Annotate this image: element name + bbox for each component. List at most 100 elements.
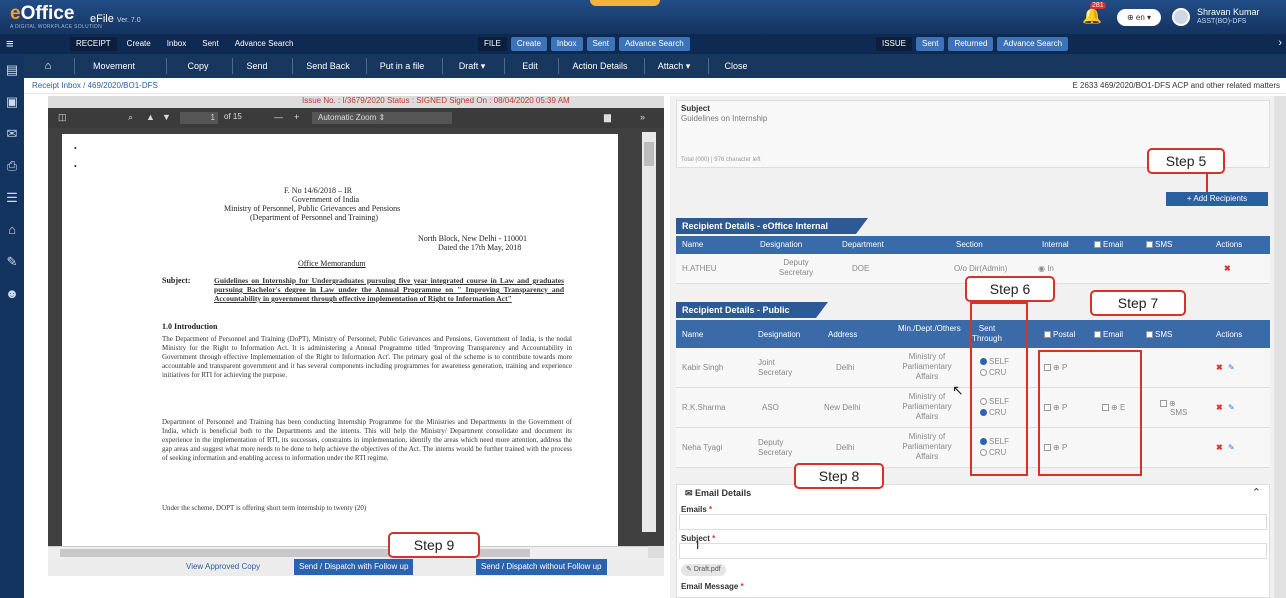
emails-input[interactable] — [679, 514, 1267, 530]
doc-subject-label: Subject: — [162, 276, 191, 285]
close-button[interactable]: Close — [718, 58, 754, 74]
header-decoration — [590, 0, 660, 6]
delete-icon[interactable]: ✖ — [1224, 264, 1231, 274]
subject-char-counter: Total (000) | 976 character left — [681, 157, 761, 163]
receipt-icon[interactable]: ▤ — [4, 62, 20, 78]
th-section: Section — [956, 240, 983, 249]
app-version: Ver. 7.0 — [116, 17, 141, 24]
doc-para-3: Under the scheme, DOPT is offering short… — [162, 504, 367, 512]
document-horizontal-scrollbar[interactable] — [48, 546, 648, 558]
menu-file-sent[interactable]: Sent — [586, 37, 615, 51]
edit-icon[interactable]: ✎ — [1228, 443, 1235, 453]
copy-button[interactable]: Copy — [180, 58, 216, 74]
step-5-callout: Step 5 — [1147, 148, 1225, 174]
dispatch-icon[interactable]: ⎙ — [4, 158, 20, 174]
bell-icon: 🔔 — [1082, 8, 1102, 25]
next-page-icon[interactable]: ▼ — [162, 112, 171, 122]
menu-file[interactable]: FILE — [478, 37, 507, 51]
zoom-in-icon[interactable]: + — [294, 112, 299, 122]
subject-value[interactable]: Guidelines on Internship — [681, 114, 767, 123]
menu-receipt-search[interactable]: Advance Search — [229, 37, 300, 51]
recipient-ministry: Ministry of Parliamentary Affairs — [902, 352, 952, 381]
archive-icon[interactable]: ☰ — [4, 190, 20, 206]
breadcrumb-bar: Receipt Inbox / 469/2020/BO1-DFS E 2633 … — [24, 78, 1286, 94]
notifications-button[interactable]: 🔔 281 — [1082, 2, 1106, 28]
chevron-up-icon[interactable]: ⌃ — [1252, 486, 1261, 499]
view-approved-copy-link[interactable]: View Approved Copy — [186, 562, 260, 571]
search-icon[interactable]: ⌕ — [128, 112, 133, 123]
doc-file-no: F. No 14/6/2018 – IR — [284, 186, 353, 195]
movement-button[interactable]: Movement — [84, 58, 144, 74]
add-recipients-button[interactable]: + Add Recipients — [1166, 192, 1268, 206]
email-message-label: Email Message * — [681, 582, 744, 591]
th-actions: Actions — [1216, 240, 1243, 249]
menu-file-inbox[interactable]: Inbox — [550, 37, 583, 51]
doc-dept: (Department of Personnel and Training) — [250, 213, 378, 222]
draft-button[interactable]: Draft ▾ — [450, 58, 494, 74]
send-with-followup-button[interactable]: Send / Dispatch with Follow up — [294, 559, 414, 575]
edit-icon[interactable]: ✎ — [1228, 403, 1235, 413]
action-details-button[interactable]: Action Details — [566, 58, 634, 74]
menu-receipt[interactable]: RECEIPT — [70, 37, 117, 51]
more-tools-icon[interactable]: » — [640, 112, 645, 122]
mail-icon[interactable]: ✉ — [4, 126, 20, 142]
prev-page-icon[interactable]: ▲ — [146, 112, 155, 122]
doc-date: Dated the 17th May, 2018 — [438, 243, 522, 252]
send-back-button[interactable]: Send Back — [300, 58, 356, 74]
users-icon[interactable]: ☻ — [4, 286, 20, 302]
recipient-designation: ASO — [762, 403, 779, 412]
th-min-dept: Min./Dept./Others — [898, 324, 961, 333]
doc-govt: Government of India — [292, 195, 360, 204]
delete-icon[interactable]: ✖ — [1216, 443, 1223, 453]
put-in-file-button[interactable]: Put in a file — [372, 58, 432, 74]
pdf-toolbar: ◫ ⌕ ▲ ▼ 1 of 15 — + Automatic Zoom ⇕ ▆ » — [48, 108, 664, 128]
language-select[interactable]: ⊕ en ▾ — [1117, 9, 1161, 26]
page-number-input[interactable]: 1 — [180, 112, 218, 124]
email-details-section: ✉ Email Details ⌃ Emails * Subject * ✎ D… — [676, 484, 1270, 598]
download-icon[interactable]: ▆ — [604, 112, 611, 123]
doc-ministry: Ministry of Personnel, Public Grievances… — [224, 204, 401, 213]
home-button-icon[interactable]: ⌂ — [40, 58, 56, 74]
sidebar-toggle-icon[interactable]: ◫ — [58, 112, 67, 123]
breadcrumb[interactable]: Receipt Inbox / 469/2020/BO1-DFS — [32, 81, 158, 90]
file-icon[interactable]: ▣ — [4, 94, 20, 110]
internal-toggle[interactable]: ◉ In — [1038, 264, 1054, 274]
user-avatar[interactable] — [1172, 8, 1190, 26]
user-name[interactable]: Shravan Kumar — [1197, 7, 1260, 17]
send-button[interactable]: Send — [242, 58, 272, 74]
menu-receipt-create[interactable]: Create — [121, 37, 157, 51]
menu-receipt-sent[interactable]: Sent — [196, 37, 224, 51]
step-9-callout: Step 9 — [388, 532, 480, 558]
hamburger-menu-icon[interactable]: ≡ — [6, 36, 14, 51]
menu-issue[interactable]: ISSUE — [876, 37, 913, 51]
delete-icon[interactable]: ✖ — [1216, 363, 1223, 373]
edit-icon[interactable]: ✎ — [1228, 363, 1235, 373]
zoom-out-icon[interactable]: — — [274, 112, 283, 122]
user-edit-icon[interactable]: ✎ — [4, 254, 20, 270]
delete-icon[interactable]: ✖ — [1216, 403, 1223, 413]
menu-issue-sent[interactable]: Sent — [916, 37, 945, 51]
sms-checkbox[interactable]: ⊕ SMS — [1160, 399, 1187, 417]
step-7-highlight — [1038, 350, 1142, 476]
menu-file-search[interactable]: Advance Search — [618, 37, 690, 51]
menu-file-create[interactable]: Create — [510, 37, 547, 51]
send-without-followup-button[interactable]: Send / Dispatch without Follow up — [476, 559, 607, 575]
menu-receipt-inbox[interactable]: Inbox — [161, 37, 193, 51]
eoffice-logo[interactable]: eeOfficeOffice — [10, 3, 74, 25]
menu-issue-returned[interactable]: Returned — [948, 37, 994, 51]
main-menu: ≡ RECEIPT Create Inbox Sent Advance Sear… — [0, 34, 1286, 54]
attach-button[interactable]: Attach ▾ — [650, 58, 698, 74]
home-icon[interactable]: ⌂ — [4, 222, 20, 238]
action-toolbar: ⌂ Movement Copy Send Send Back Put in a … — [24, 54, 1286, 78]
menu-issue-search[interactable]: Advance Search — [997, 37, 1069, 51]
edit-button[interactable]: Edit — [518, 58, 542, 74]
document-canvas: • • F. No 14/6/2018 – IR Government of I… — [48, 128, 664, 546]
zoom-select[interactable]: Automatic Zoom ⇕ — [312, 112, 452, 124]
document-vertical-scrollbar[interactable] — [642, 132, 656, 532]
email-subject-input[interactable] — [679, 543, 1267, 559]
chevron-right-icon[interactable]: › — [1278, 37, 1282, 49]
attachment-chip[interactable]: ✎ Draft.pdf — [681, 564, 726, 576]
panel-scrollbar[interactable] — [1274, 96, 1286, 598]
step-8-callout: Step 8 — [794, 463, 884, 489]
recipient-ministry: Ministry of Parliamentary Affairs — [902, 432, 952, 461]
